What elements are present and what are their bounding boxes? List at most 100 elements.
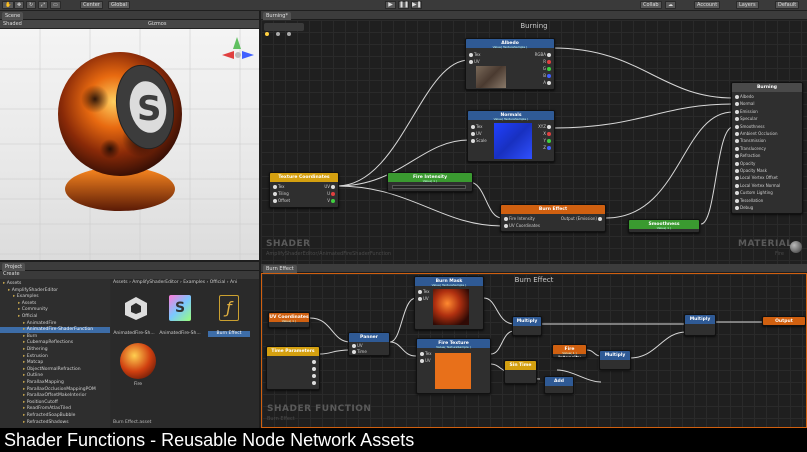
normals-in-scale[interactable]: Scale xyxy=(470,138,487,143)
albedo-out-b[interactable]: B xyxy=(543,73,552,78)
panner-in-uv[interactable]: UV xyxy=(351,343,363,348)
output-port-opacity[interactable]: Opacity xyxy=(734,161,755,166)
cloud-icon[interactable]: ☁ xyxy=(665,1,676,9)
fire-texture-in-uv[interactable]: UV xyxy=(419,358,431,363)
burnfx-node-fire-texture[interactable]: Fire Texture Value( TextureSample ) Tex … xyxy=(416,338,491,394)
tree-item-21[interactable]: ▸ RefractedShadows xyxy=(0,420,110,426)
output-port-refraction[interactable]: Refraction xyxy=(734,153,760,158)
output-port-normal[interactable]: Normal xyxy=(734,101,754,106)
tree-item-0[interactable]: ▸ Assets xyxy=(0,281,110,287)
fire-texture-in-tex[interactable]: Tex xyxy=(419,351,432,356)
output-port-transmission[interactable]: Transmission xyxy=(734,138,766,143)
burn-effect-node-canvas[interactable]: Burn Effect UV Coordinates Value( 1 ) xyxy=(261,273,807,428)
tree-item-8[interactable]: ▸ Burn xyxy=(0,334,110,340)
asset-fire-material-preview[interactable] xyxy=(120,343,156,379)
output-port-emission[interactable]: Emission xyxy=(734,109,758,114)
burn-mask-in-uv[interactable]: UV xyxy=(417,296,429,301)
burning-node-canvas[interactable]: Burning Albedo Value( TextureSample ) Te… xyxy=(261,20,807,273)
node-normals[interactable]: Normals Value( TextureSample ) Tex UV Sc… xyxy=(467,110,555,162)
rotate-tool-button[interactable]: ↻ xyxy=(26,1,36,9)
tree-item-11[interactable]: ▸ Extrusion xyxy=(0,354,110,360)
normals-in-tex[interactable]: Tex xyxy=(470,124,483,129)
move-tool-button[interactable]: ✥ xyxy=(14,1,24,9)
tree-item-10[interactable]: ▸ Dithering xyxy=(0,347,110,353)
project-breadcrumb[interactable]: Assets › AmplifyShaderEditor › Examples … xyxy=(113,280,237,285)
scene-viewport[interactable]: S xyxy=(0,29,259,260)
burning-tab[interactable]: Burning* xyxy=(263,12,291,20)
time-out-t3[interactable] xyxy=(311,373,317,378)
node-albedo[interactable]: Albedo Value( TextureSample ) Tex UV RGB… xyxy=(465,38,555,90)
burnfx-node-multiply-2[interactable]: Multiply xyxy=(599,350,631,370)
normals-out-z[interactable]: Z xyxy=(543,145,552,150)
hand-tool-button[interactable]: ✋ xyxy=(2,1,14,9)
scene-tab[interactable]: Scene xyxy=(2,12,23,20)
albedo-out-g[interactable]: G xyxy=(543,66,552,71)
tree-item-18[interactable]: ▸ PositionCutoff xyxy=(0,400,110,406)
burnfx-node-fire-intensity[interactable]: Fire Intensity Value( 1 ) xyxy=(552,344,587,358)
tree-item-20[interactable]: ▸ RefractedSoapBubble xyxy=(0,413,110,419)
output-port-specular[interactable]: Specular xyxy=(734,116,757,121)
scene-gizmo[interactable] xyxy=(222,37,254,59)
albedo-out-rgba[interactable]: RGBA xyxy=(535,52,552,57)
tree-item-4[interactable]: ▸ Community xyxy=(0,307,110,313)
texcoords-out-v[interactable]: V xyxy=(327,198,336,203)
tree-item-16[interactable]: ▸ ParallaxOcclusionMappingPOM xyxy=(0,387,110,393)
burn-effect-in-uv[interactable]: UV Coordinates xyxy=(503,223,540,228)
texcoords-in-offset[interactable]: Offset xyxy=(272,198,290,203)
layout-dropdown[interactable]: Default xyxy=(775,1,799,9)
tree-item-5[interactable]: ▸ Official xyxy=(0,314,110,320)
output-port-custom-lighting[interactable]: Custom Lighting xyxy=(734,190,773,195)
create-dropdown[interactable]: Create xyxy=(3,271,20,278)
asset-label-1[interactable]: AnimatedFire-Sh... xyxy=(159,331,201,337)
burn-effect-out-emission[interactable]: Output (Emission) xyxy=(561,216,603,221)
asset-shader-function-icon[interactable]: ƒ xyxy=(219,295,239,321)
burn-mask-in-tex[interactable]: Tex xyxy=(417,289,430,294)
tree-item-12[interactable]: ▸ Matcap xyxy=(0,360,110,366)
tree-item-6[interactable]: ▸ AnimatedFire xyxy=(0,321,110,327)
tree-item-7[interactable]: ▸ AnimatedFire-ShaderFunction xyxy=(0,327,110,333)
burnfx-node-multiply-1[interactable]: Multiply xyxy=(512,316,542,336)
asset-amplify-shader-icon[interactable]: S xyxy=(169,295,191,321)
albedo-in-uv[interactable]: UV xyxy=(468,59,480,64)
burnfx-node-add[interactable]: Add xyxy=(544,376,574,394)
normals-in-uv[interactable]: UV xyxy=(470,131,482,136)
tree-item-3[interactable]: ▸ Assets xyxy=(0,301,110,307)
node-burn-effect[interactable]: Burn Effect Fire Intensity UV Coordinate… xyxy=(500,204,606,232)
layers-dropdown[interactable]: Layers xyxy=(736,1,759,9)
collab-button[interactable]: Collab xyxy=(640,1,662,9)
burnfx-node-uv-coordinates[interactable]: UV Coordinates Value( 1 ) xyxy=(268,312,310,328)
node-smoothness[interactable]: Smoothness Value( 1 ) xyxy=(628,219,700,233)
output-port-albedo[interactable]: Albedo xyxy=(734,94,754,99)
node-texture-coordinates[interactable]: Texture Coordinates Tex Tiling Offset UV… xyxy=(269,172,339,208)
time-out-t2[interactable] xyxy=(311,366,317,371)
shading-mode-dropdown[interactable]: Shaded xyxy=(3,21,22,28)
node-fire-intensity[interactable]: Fire Intensity Value( 1 ) xyxy=(387,172,473,192)
asset-label-3[interactable]: Fire xyxy=(113,382,163,388)
tree-item-15[interactable]: ▸ ParallaxMapping xyxy=(0,380,110,386)
burnfx-node-burn-mask[interactable]: Burn Mask Value( TextureSample ) Tex UV xyxy=(414,276,484,330)
rect-tool-button[interactable]: ▭ xyxy=(50,1,61,9)
output-port-opacity-mask[interactable]: Opacity Mask xyxy=(734,168,767,173)
asset-unity-shader-icon[interactable] xyxy=(123,295,149,321)
burn-effect-in-fire-intensity[interactable]: Fire Intensity xyxy=(503,216,535,221)
albedo-in-tex[interactable]: Tex xyxy=(468,52,481,57)
tree-item-14[interactable]: ▸ Outline xyxy=(0,373,110,379)
output-port-debug[interactable]: Debug xyxy=(734,205,753,210)
scale-tool-button[interactable]: ⤢ xyxy=(38,1,48,9)
step-button[interactable]: ▶❚ xyxy=(411,1,422,9)
output-port-translucency[interactable]: Translucency xyxy=(734,146,766,151)
normals-out-xyz[interactable]: XYZ xyxy=(538,124,552,129)
time-out-t[interactable] xyxy=(311,359,317,364)
time-out-t4[interactable] xyxy=(311,380,317,385)
burnfx-node-output[interactable]: Output (Emission) xyxy=(762,316,806,326)
burnfx-node-multiply-3[interactable]: Multiply xyxy=(684,314,716,336)
tree-item-2[interactable]: ▸ Examples xyxy=(0,294,110,300)
output-port-ambient-occlusion[interactable]: Ambient Occlusion xyxy=(734,131,778,136)
output-port-smoothness[interactable]: Smoothness xyxy=(734,124,765,129)
fire-intensity-slider[interactable] xyxy=(392,185,466,189)
gizmos-dropdown[interactable]: Gizmos xyxy=(148,21,166,28)
pivot-toggle[interactable]: Center xyxy=(80,1,103,9)
output-port-local-vertex-offset[interactable]: Local Vertex Offset xyxy=(734,175,778,180)
burnfx-node-sin-time[interactable]: Sin Time xyxy=(504,360,537,384)
asset-label-0[interactable]: AnimatedFire-Sh... xyxy=(113,331,155,337)
